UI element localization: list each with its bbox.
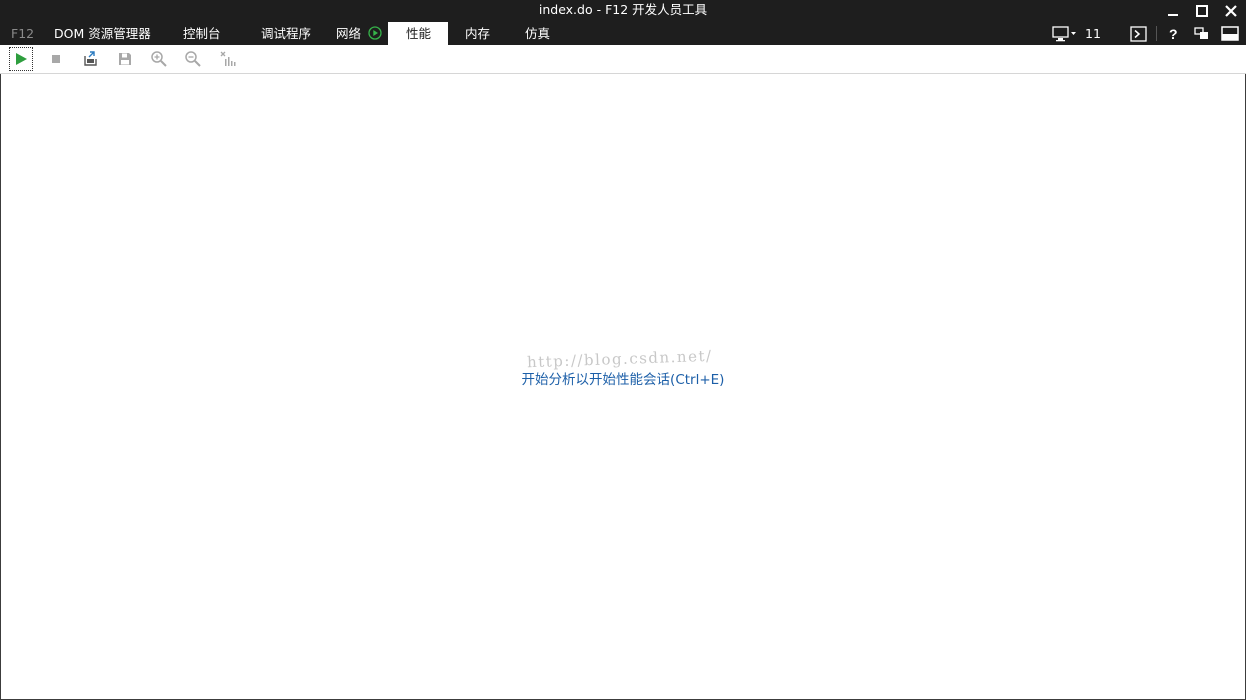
play-circle-icon	[368, 26, 382, 40]
tab-memory[interactable]: 内存	[465, 22, 490, 45]
start-profiling-button[interactable]	[9, 47, 33, 71]
zoom-out-button[interactable]	[181, 47, 205, 71]
undock-button[interactable]	[1192, 22, 1212, 45]
help-icon: ?	[1169, 26, 1178, 42]
tab-f12[interactable]: F12	[11, 22, 34, 45]
zoom-out-icon	[185, 51, 201, 67]
tab-network-label: 网络	[336, 26, 362, 41]
clear-chart-button[interactable]	[216, 47, 240, 71]
minimize-icon	[1168, 14, 1178, 16]
tab-dom-explorer[interactable]: DOM 资源管理器	[54, 22, 151, 45]
save-icon	[119, 53, 131, 65]
stop-icon	[52, 55, 60, 63]
console-icon	[1130, 26, 1147, 42]
undock-icon	[1194, 27, 1208, 39]
start-profiling-icon	[16, 53, 27, 65]
tab-console[interactable]: 控制台	[183, 22, 221, 45]
start-profiling-link[interactable]: 开始分析以开始性能会话(Ctrl+E)	[0, 368, 1246, 388]
svg-text:?: ?	[1169, 26, 1178, 42]
tab-performance[interactable]: 性能	[406, 22, 431, 45]
window-title: index.do - F12 开发人员工具	[538, 2, 708, 17]
minimize-button[interactable]	[1160, 2, 1186, 20]
save-button[interactable]	[113, 47, 137, 71]
separator	[1156, 26, 1157, 41]
maximize-icon	[1196, 5, 1208, 17]
close-icon	[1225, 5, 1237, 17]
devtools-header: index.do - F12 开发人员工具 F12 DOM 资源管理器 控制台 …	[0, 0, 1246, 45]
zoom-in-button[interactable]	[147, 47, 171, 71]
monitor-icon	[1052, 26, 1076, 42]
maximize-button[interactable]	[1189, 2, 1215, 20]
clear-chart-icon	[220, 51, 236, 66]
close-button[interactable]	[1218, 2, 1244, 20]
help-button[interactable]: ?	[1163, 22, 1183, 45]
import-button[interactable]	[79, 47, 103, 71]
import-icon	[84, 51, 97, 66]
stop-profiling-button[interactable]	[44, 47, 68, 71]
tab-bar: F12 DOM 资源管理器 控制台 调试程序 网络 性能 内存 仿真	[0, 22, 1040, 45]
target-selector[interactable]	[1052, 22, 1078, 45]
console-button[interactable]	[1129, 22, 1149, 45]
zoom-in-icon	[151, 51, 167, 67]
dock-bottom-button[interactable]	[1220, 22, 1242, 45]
dock-bottom-icon	[1221, 26, 1239, 41]
tab-debugger[interactable]: 调试程序	[261, 22, 311, 45]
performance-toolbar	[0, 45, 1246, 74]
tab-network[interactable]: 网络	[336, 22, 382, 45]
target-count: 11	[1085, 26, 1101, 41]
tab-emulation[interactable]: 仿真	[525, 22, 550, 45]
